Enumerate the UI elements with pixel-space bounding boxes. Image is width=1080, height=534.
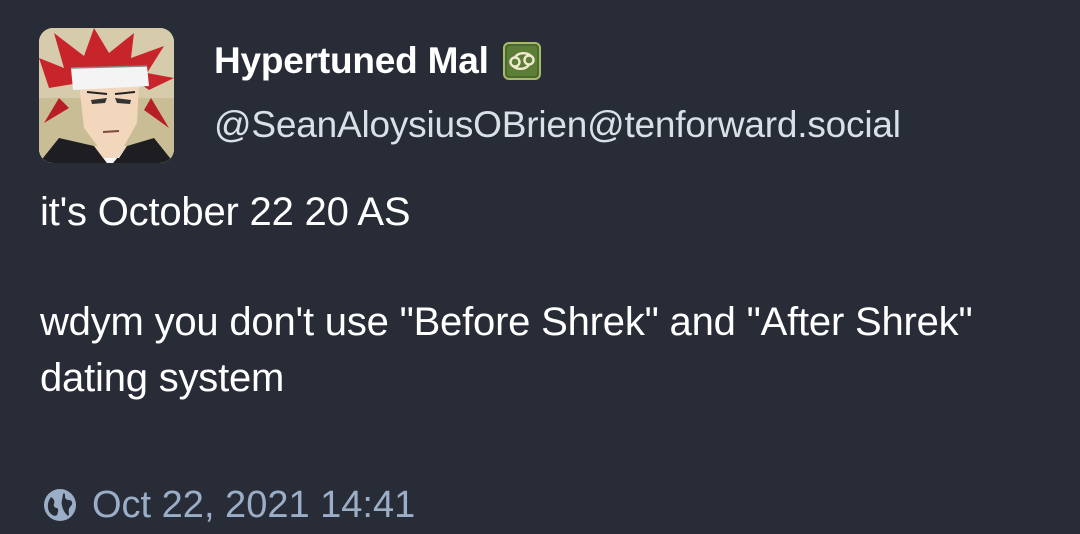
- avatar[interactable]: [39, 28, 174, 163]
- display-name[interactable]: Hypertuned Mal: [214, 40, 489, 82]
- status-paragraph: wdym you don't use "Before Shrek" and "A…: [40, 300, 973, 400]
- timestamp-link[interactable]: Oct 22, 2021 14:41: [92, 484, 415, 527]
- status-paragraph: it's October 22 20 AS: [40, 190, 411, 234]
- display-name-row[interactable]: Hypertuned Mal: [214, 36, 541, 86]
- cancer-zodiac-emoji-icon: [502, 42, 541, 80]
- status-post: Hypertuned Mal @SeanAloysiusOBrien@tenfo…: [0, 0, 1080, 534]
- status-content: it's October 22 20 AS wdym you don't use…: [40, 184, 1040, 406]
- status-meta: Oct 22, 2021 14:41: [42, 480, 415, 530]
- globe-icon: [42, 487, 78, 523]
- account-handle[interactable]: @SeanAloysiusOBrien@tenforward.social: [214, 104, 901, 146]
